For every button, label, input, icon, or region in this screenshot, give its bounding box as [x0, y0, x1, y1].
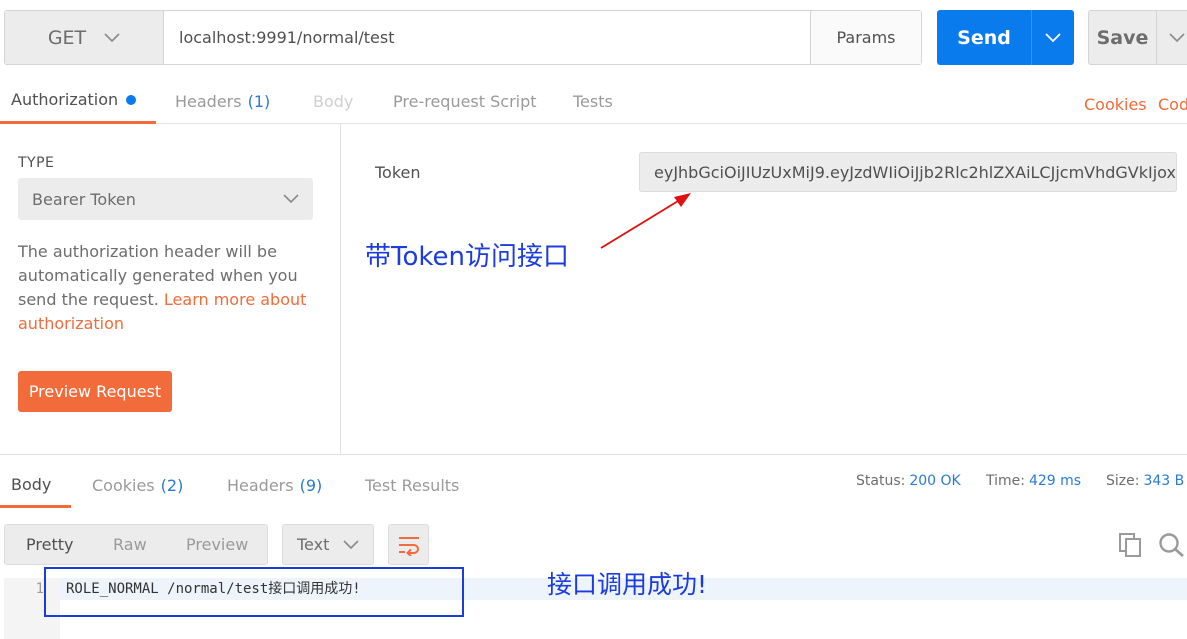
params-button[interactable]: Params [811, 11, 921, 64]
chevron-down-icon [104, 32, 120, 42]
preview-request-button[interactable]: Preview Request [18, 371, 172, 412]
chevron-down-icon [1045, 32, 1061, 42]
search-icon[interactable] [1158, 532, 1187, 558]
url-text: localhost:9991/normal/test [179, 28, 395, 47]
copy-icon[interactable] [1118, 532, 1144, 558]
size-label: Size: [1106, 473, 1140, 489]
cookies-link-label: Cookies [1084, 94, 1147, 114]
response-divider [0, 454, 1187, 455]
time-label: Time: [986, 473, 1025, 489]
code-link-label: Code [1158, 94, 1187, 114]
auth-type-value: Bearer Token [32, 189, 136, 209]
wrap-lines-icon [398, 536, 419, 556]
save-options-button[interactable] [1157, 11, 1187, 64]
chevron-down-icon [343, 539, 359, 549]
status-label: Status: [856, 473, 906, 489]
method-select[interactable]: GET [5, 11, 164, 64]
save-button-group: Save [1088, 10, 1187, 65]
response-tab-cookies-count: (2) [160, 476, 184, 495]
tab-headers-label: Headers [175, 91, 242, 111]
time-value: 429 ms [1028, 473, 1082, 489]
save-button[interactable]: Save [1089, 11, 1157, 64]
request-tabs: Authorization Headers (1) Body Pre-reque… [0, 78, 1187, 124]
url-input[interactable]: localhost:9991/normal/test [164, 11, 811, 64]
tab-headers-count: (1) [247, 91, 271, 111]
tab-pre-request-script[interactable]: Pre-request Script [393, 78, 537, 124]
chevron-down-icon [1169, 32, 1185, 42]
response-format-value: Text [297, 535, 330, 554]
modified-dot-icon [126, 94, 137, 105]
view-pretty-button[interactable]: Pretty [26, 525, 73, 564]
response-tab-headers-label: Headers [227, 476, 294, 495]
size-value: 343 B [1143, 473, 1185, 489]
token-annotation: 带Token访问接口 [365, 242, 569, 272]
response-tab-test-results[interactable]: Test Results [365, 463, 459, 508]
line-number: 1 [35, 581, 44, 597]
response-tab-test-results-label: Test Results [365, 476, 460, 495]
response-size: Size: 343 B [1106, 473, 1184, 489]
response-tab-headers-count: (9) [299, 476, 323, 495]
send-button[interactable]: Send [937, 10, 1032, 65]
token-label: Token [375, 163, 421, 182]
view-raw-button[interactable]: Raw [113, 525, 147, 564]
result-highlight-box [44, 567, 464, 617]
response-tab-cookies[interactable]: Cookies (2) [92, 463, 183, 508]
method-label: GET [47, 26, 87, 49]
result-annotation: 接口调用成功! [547, 570, 708, 599]
tab-authorization[interactable]: Authorization [0, 78, 157, 124]
token-value: eyJhbGciOiJIUzUxMiJ9.eyJzdWIiOiJjb2Rlc2h… [654, 162, 1177, 182]
status-value: 200 OK [909, 473, 961, 489]
tab-headers[interactable]: Headers (1) [175, 78, 270, 124]
wrap-lines-button[interactable] [388, 524, 429, 565]
send-options-button[interactable] [1032, 10, 1074, 65]
auth-description: The authorization header will be automat… [18, 240, 318, 336]
response-tab-headers[interactable]: Headers (9) [227, 463, 322, 508]
tab-tests-label: Tests [573, 91, 613, 111]
tab-pre-request-label: Pre-request Script [393, 91, 537, 111]
token-input[interactable]: eyJhbGciOiJIUzUxMiJ9.eyJzdWIiOiJjb2Rlc2h… [639, 152, 1177, 192]
response-tab-body[interactable]: Body [0, 463, 72, 508]
response-tab-cookies-label: Cookies [92, 476, 155, 495]
auth-type-panel: TYPE Bearer Token The authorization head… [0, 124, 341, 454]
auth-type-label: TYPE [18, 155, 55, 171]
cookies-link[interactable]: Cookies [1084, 81, 1147, 127]
tab-tests[interactable]: Tests [573, 78, 613, 124]
response-tab-body-label: Body [11, 474, 52, 494]
chevron-down-icon [283, 194, 299, 204]
tab-body-label: Body [313, 91, 354, 111]
code-link[interactable]: Code [1158, 81, 1187, 127]
response-status: Status: 200 OK [856, 473, 961, 489]
tab-authorization-label: Authorization [11, 90, 119, 109]
response-view-toggle: Pretty Raw Preview [4, 524, 268, 565]
params-label: Params [836, 28, 896, 47]
auth-type-select[interactable]: Bearer Token [18, 178, 313, 220]
request-bar: GET localhost:9991/normal/test Params [4, 10, 922, 65]
view-preview-button[interactable]: Preview [186, 525, 248, 564]
send-button-group: Send [937, 10, 1074, 65]
response-format-select[interactable]: Text [282, 524, 374, 565]
tab-body[interactable]: Body [313, 78, 353, 124]
response-time: Time: 429 ms [986, 473, 1081, 489]
